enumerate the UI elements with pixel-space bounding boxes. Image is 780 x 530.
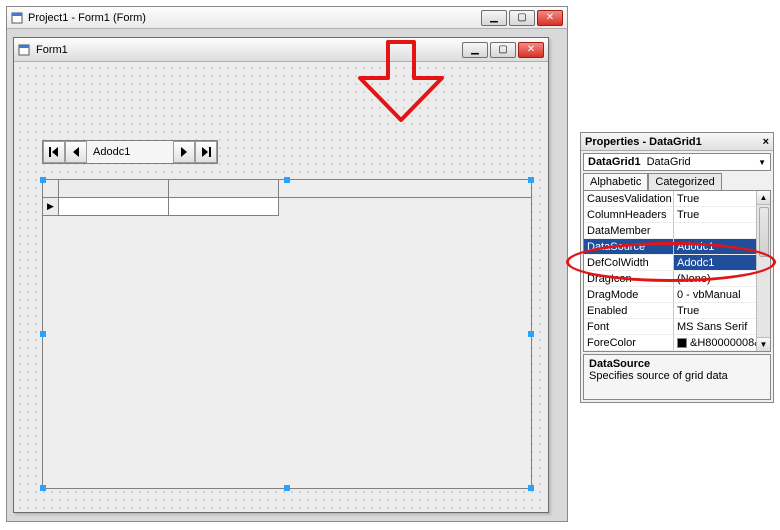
first-icon — [49, 147, 59, 157]
property-row: CausesValidationTrue — [584, 191, 770, 207]
mdi-title: Project1 - Form1 (Form) — [28, 12, 476, 24]
next-icon — [180, 147, 188, 157]
tab-categorized[interactable]: Categorized — [648, 173, 721, 190]
form-title: Form1 — [36, 44, 68, 56]
property-description: DataSource Specifies source of grid data — [583, 354, 771, 400]
property-row: ColumnHeadersTrue — [584, 207, 770, 223]
resize-handle[interactable] — [284, 177, 290, 183]
form-close-button[interactable]: ✕ — [518, 42, 544, 58]
grid-cell[interactable] — [169, 198, 279, 216]
form-icon — [11, 12, 23, 24]
adodc-caption: Adodc1 — [87, 141, 173, 163]
dropdown-icon: ▼ — [758, 158, 766, 167]
scroll-thumb[interactable] — [759, 207, 769, 257]
form-designer-surface[interactable]: Adodc1 ▶ — [16, 64, 546, 510]
row-indicator-icon: ▶ — [43, 198, 59, 216]
properties-close-icon[interactable]: × — [763, 136, 769, 148]
adodc-control[interactable]: Adodc1 — [42, 140, 218, 164]
properties-titlebar[interactable]: Properties - DataGrid1 × — [581, 133, 773, 151]
resize-handle[interactable] — [528, 331, 534, 337]
object-class: DataGrid — [647, 156, 691, 168]
property-value: &H80000008& — [690, 337, 762, 349]
mdi-titlebar[interactable]: Project1 - Form1 (Form) ▁ ▢ ✕ — [7, 7, 567, 29]
resize-handle[interactable] — [528, 177, 534, 183]
property-row: DragIcon(None) — [584, 271, 770, 287]
resize-handle[interactable] — [528, 485, 534, 491]
datagrid-control[interactable]: ▶ — [42, 179, 532, 489]
properties-grid[interactable]: CausesValidationTrue ColumnHeadersTrue D… — [583, 190, 771, 352]
last-icon — [201, 147, 211, 157]
property-row: DataMember — [584, 223, 770, 239]
property-row: ForeColor&H80000008& — [584, 335, 770, 351]
properties-scrollbar[interactable]: ▲ ▼ — [756, 191, 770, 351]
scroll-down-icon[interactable]: ▼ — [757, 337, 770, 351]
adodc-first-button[interactable] — [43, 141, 65, 163]
properties-title: Properties - DataGrid1 — [585, 136, 702, 148]
minimize-button[interactable]: ▁ — [481, 10, 507, 26]
property-value: Adodc1 — [677, 241, 714, 253]
close-button[interactable]: ✕ — [537, 10, 563, 26]
properties-panel: Properties - DataGrid1 × DataGrid1 DataG… — [580, 132, 774, 403]
adodc-next-button[interactable] — [173, 141, 195, 163]
color-swatch-icon — [677, 338, 687, 348]
designer-mdi-window: Project1 - Form1 (Form) ▁ ▢ ✕ Form1 ▁ ▢ … — [6, 6, 568, 522]
property-row-datasource: DataSourceAdodc1▼ — [584, 239, 770, 255]
property-row: EnabledTrue — [584, 303, 770, 319]
object-name: DataGrid1 — [588, 156, 641, 168]
grid-cell[interactable] — [59, 198, 169, 216]
adodc-prev-button[interactable] — [65, 141, 87, 163]
property-row-dropdown-item: DefColWidthAdodc1 — [584, 255, 770, 271]
form-icon — [18, 44, 30, 56]
grid-col-header[interactable] — [169, 180, 279, 197]
form-titlebar[interactable]: Form1 ▁ ▢ ✕ — [14, 38, 548, 62]
form-minimize-button[interactable]: ▁ — [462, 42, 488, 58]
form-maximize-button[interactable]: ▢ — [490, 42, 516, 58]
description-title: DataSource — [589, 358, 765, 370]
adodc-last-button[interactable] — [195, 141, 217, 163]
scroll-up-icon[interactable]: ▲ — [757, 191, 770, 205]
grid-col-header[interactable] — [59, 180, 169, 197]
resize-handle[interactable] — [284, 485, 290, 491]
description-text: Specifies source of grid data — [589, 370, 728, 382]
mdi-client-area: Form1 ▁ ▢ ✕ Adodc1 — [9, 31, 565, 519]
prev-icon — [72, 147, 80, 157]
object-selector[interactable]: DataGrid1 DataGrid ▼ — [583, 153, 771, 171]
resize-handle[interactable] — [40, 177, 46, 183]
properties-tabs: Alphabetic Categorized — [583, 173, 771, 190]
datagrid-row: ▶ — [43, 198, 531, 216]
resize-handle[interactable] — [40, 485, 46, 491]
form-window[interactable]: Form1 ▁ ▢ ✕ Adodc1 — [13, 37, 549, 513]
property-row: FontMS Sans Serif — [584, 319, 770, 335]
resize-handle[interactable] — [40, 331, 46, 337]
property-row: DragMode0 - vbManual — [584, 287, 770, 303]
maximize-button[interactable]: ▢ — [509, 10, 535, 26]
tab-alphabetic[interactable]: Alphabetic — [583, 173, 648, 190]
